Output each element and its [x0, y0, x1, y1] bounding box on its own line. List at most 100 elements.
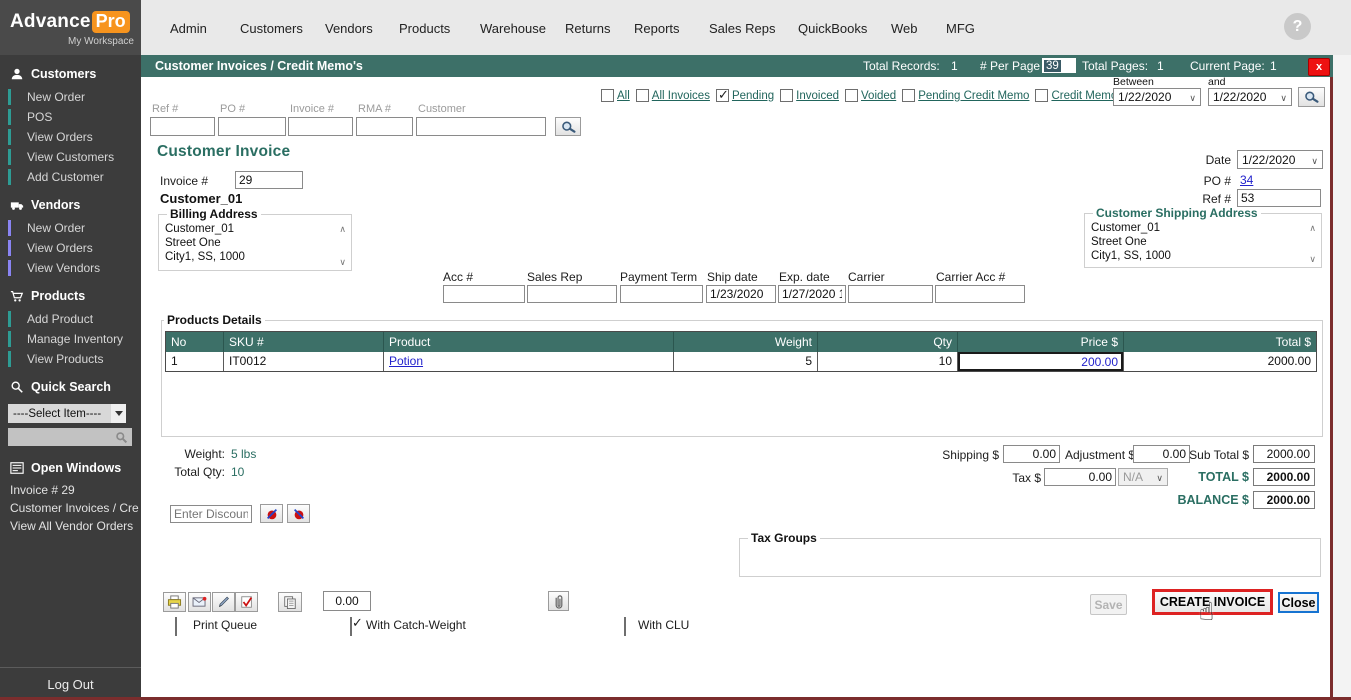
open-window-vendor-orders[interactable]: View All Vendor Orders: [0, 517, 141, 535]
col-product: Product: [384, 332, 674, 352]
filter-link-pending[interactable]: Pending: [732, 90, 774, 102]
logout-button[interactable]: Log Out: [47, 677, 93, 692]
product-link[interactable]: Potion: [389, 354, 423, 368]
quick-search-input[interactable]: [8, 428, 132, 446]
close-button[interactable]: Close: [1278, 592, 1319, 613]
apply-discount-button[interactable]: [260, 504, 283, 523]
sidebar-item-add-product[interactable]: Add Product: [0, 309, 141, 329]
right-gutter: [1333, 55, 1351, 697]
sidebar-item-vendor-view-orders[interactable]: View Orders: [0, 238, 141, 258]
logo-pro-badge: Pro: [92, 11, 130, 33]
nav-sales-reps[interactable]: Sales Reps: [709, 21, 775, 36]
nav-warehouse[interactable]: Warehouse: [480, 21, 546, 36]
scroll-up-icon[interactable]: [1309, 224, 1316, 233]
sidebar-item-vendor-new-order[interactable]: New Order: [0, 218, 141, 238]
print-queue-checkbox[interactable]: [175, 617, 177, 636]
ref-search-input[interactable]: [150, 117, 215, 136]
filter-link-invoiced[interactable]: Invoiced: [796, 90, 839, 102]
attachment-button[interactable]: [548, 591, 569, 611]
invoice-search-input[interactable]: [288, 117, 353, 136]
filter-checkbox-credit-memo[interactable]: [1035, 89, 1048, 102]
invoice-date-select[interactable]: 1/22/2020: [1237, 150, 1323, 169]
search-icon: [10, 380, 24, 394]
void-button[interactable]: [235, 592, 258, 612]
email-button[interactable]: [188, 592, 211, 612]
col-weight: Weight: [674, 332, 818, 352]
carrier-acc-input[interactable]: [935, 285, 1025, 303]
nav-returns[interactable]: Returns: [565, 21, 611, 36]
sidebar-item-view-vendors[interactable]: View Vendors: [0, 258, 141, 278]
filter-link-all[interactable]: All: [617, 90, 630, 102]
sales-rep-input[interactable]: [527, 285, 617, 303]
filter-checkbox-invoiced[interactable]: [780, 89, 793, 102]
nav-vendors[interactable]: Vendors: [325, 21, 373, 36]
rma-search-input[interactable]: [356, 117, 413, 136]
sidebar-item-add-customer[interactable]: Add Customer: [0, 167, 141, 187]
nav-customers[interactable]: Customers: [240, 21, 303, 36]
nav-mfg[interactable]: MFG: [946, 21, 975, 36]
adjustment-input[interactable]: [1133, 445, 1190, 463]
sidebar-item-pos[interactable]: POS: [0, 107, 141, 127]
date-to-group: and 1/22/2020: [1208, 76, 1292, 106]
adjustment-label: Adjustment $: [1065, 448, 1131, 462]
sidebar-item-manage-inventory[interactable]: Manage Inventory: [0, 329, 141, 349]
filter-link-credit-memo[interactable]: Credit Memo: [1051, 90, 1117, 102]
customer-search-button[interactable]: [555, 117, 581, 136]
filter-search-button[interactable]: [1298, 87, 1325, 107]
tax-input[interactable]: [1044, 468, 1116, 486]
scroll-up-icon[interactable]: [339, 225, 346, 234]
filter-link-all-invoices[interactable]: All Invoices: [652, 90, 710, 102]
payment-term-input[interactable]: [620, 285, 703, 303]
ref-input[interactable]: [1237, 189, 1321, 207]
filter-link-voided[interactable]: Voided: [861, 90, 896, 102]
scroll-down-icon[interactable]: [339, 258, 346, 267]
open-window-invoice-29[interactable]: Invoice # 29: [0, 481, 141, 499]
filter-checkbox-pending-credit-memo[interactable]: [902, 89, 915, 102]
total-pages-value: 1: [1157, 59, 1164, 73]
person-icon: [10, 67, 24, 81]
quick-search-select[interactable]: ----Select Item----: [8, 404, 126, 423]
price-input[interactable]: 200.00: [958, 352, 1123, 371]
po-number-link[interactable]: 34: [1240, 173, 1253, 187]
edit-button[interactable]: [212, 592, 235, 612]
sidebar-item-new-order[interactable]: New Order: [0, 87, 141, 107]
carrier-input[interactable]: [848, 285, 933, 303]
ship-date-input[interactable]: [706, 285, 776, 303]
nav-quickbooks[interactable]: QuickBooks: [798, 21, 867, 36]
nav-reports[interactable]: Reports: [634, 21, 680, 36]
save-button: Save: [1090, 594, 1127, 615]
remove-discount-button[interactable]: [287, 504, 310, 523]
clu-checkbox[interactable]: [624, 617, 626, 636]
catch-weight-checkbox[interactable]: [350, 617, 352, 636]
sidebar-item-view-orders[interactable]: View Orders: [0, 127, 141, 147]
customer-search-input[interactable]: [416, 117, 546, 136]
window-right-border: [1330, 77, 1333, 697]
nav-admin[interactable]: Admin: [170, 21, 207, 36]
nav-products[interactable]: Products: [399, 21, 450, 36]
acc-input[interactable]: [443, 285, 525, 303]
filter-checkbox-voided[interactable]: [845, 89, 858, 102]
filter-checkbox-all-invoices[interactable]: [636, 89, 649, 102]
print-queue-label: Print Queue: [193, 618, 257, 632]
filter-link-pending-credit-memo[interactable]: Pending Credit Memo: [918, 90, 1029, 102]
po-search-input[interactable]: [218, 117, 286, 136]
shipping-input[interactable]: [1003, 445, 1060, 463]
invoice-no-input[interactable]: [235, 171, 303, 189]
scroll-down-icon[interactable]: [1309, 255, 1316, 264]
discount-input[interactable]: [170, 505, 252, 523]
filter-checkbox-all[interactable]: [601, 89, 614, 102]
help-icon[interactable]: ?: [1284, 13, 1311, 40]
copy-button[interactable]: [278, 592, 302, 612]
per-page-input[interactable]: 39: [1042, 58, 1076, 73]
nav-web[interactable]: Web: [891, 21, 918, 36]
filter-checkbox-pending[interactable]: [716, 89, 729, 102]
exp-date-input[interactable]: [778, 285, 846, 303]
sidebar-item-view-products[interactable]: View Products: [0, 349, 141, 369]
print-button[interactable]: [163, 592, 186, 612]
date-from-select[interactable]: 1/22/2020: [1113, 88, 1201, 106]
close-window-button[interactable]: x: [1308, 58, 1330, 76]
open-window-customer-invoices[interactable]: Customer Invoices / Cre: [0, 499, 141, 517]
sidebar-item-view-customers[interactable]: View Customers: [0, 147, 141, 167]
date-to-select[interactable]: 1/22/2020: [1208, 88, 1292, 106]
footer-amount-input[interactable]: [323, 591, 371, 611]
